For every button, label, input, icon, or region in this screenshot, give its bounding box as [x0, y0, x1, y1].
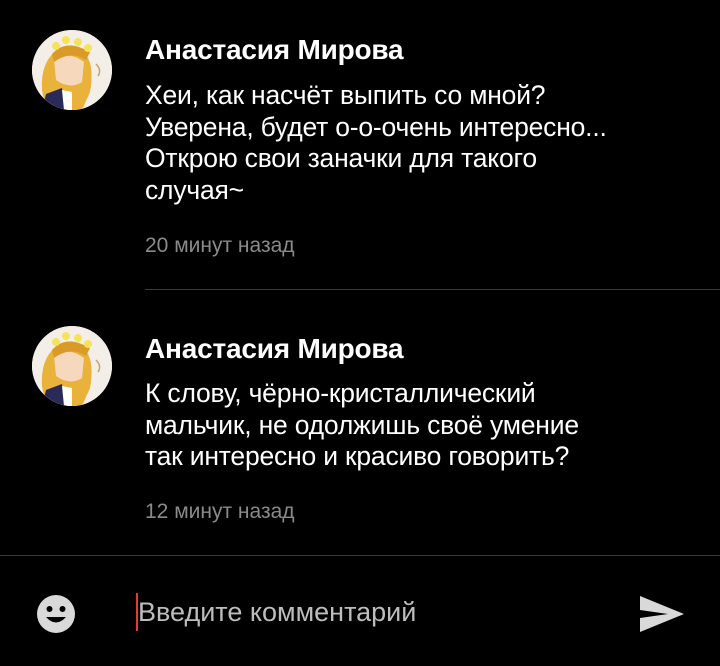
comment-author[interactable]: Анастасия Мирова: [145, 33, 404, 67]
comment-composer: [0, 556, 720, 666]
comment-text: Хеи, как насчёт выпить со мной? Уверена,…: [145, 80, 705, 206]
comment-text-line: Хеи, как насчёт выпить со мной?: [145, 80, 546, 110]
avatar[interactable]: [32, 326, 112, 406]
comment-text-line: К слову, чёрно-кристаллический: [145, 378, 536, 408]
avatar[interactable]: [32, 30, 112, 110]
send-arrow-icon[interactable]: [638, 594, 686, 634]
comment-text: К слову, чёрно-кристаллический мальчик, …: [145, 378, 705, 473]
comment-timestamp: 12 минут назад: [145, 500, 295, 523]
comment-input[interactable]: [138, 592, 608, 632]
comment-item: Анастасия Мирова Хеи, как насчёт выпить …: [0, 0, 720, 290]
comment-text-line: мальчик, не одолжишь своё умение: [145, 409, 579, 440]
comment-text-line: Уверена, будет о-о-очень интересно...: [145, 111, 607, 142]
comment-timestamp: 20 минут назад: [145, 234, 295, 257]
comment-text-line: Открою свои заначки для такого: [145, 143, 537, 173]
comment-author[interactable]: Анастасия Мирова: [145, 332, 404, 366]
comment-text-line: случая~: [145, 174, 244, 205]
smiley-face-icon[interactable]: [36, 594, 76, 634]
comment-text-line: так интересно и красиво говорить?: [145, 441, 570, 471]
comment-item: Анастасия Мирова К слову, чёрно-кристалл…: [0, 290, 720, 556]
